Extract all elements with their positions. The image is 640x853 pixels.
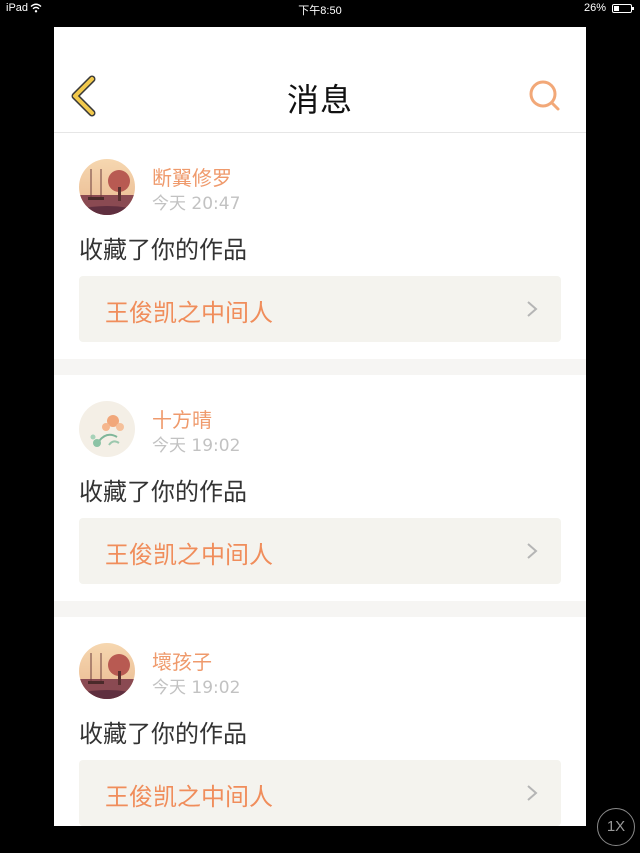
status-time: 下午8:50 — [298, 5, 342, 17]
username[interactable]: 壞孩子 — [152, 646, 212, 675]
avatar[interactable] — [79, 643, 135, 699]
work-title: 王俊凯之中间人 — [105, 783, 273, 811]
battery-icon — [612, 4, 634, 13]
navigation-bar: 消息 — [54, 27, 586, 133]
username[interactable]: 十方晴 — [152, 404, 212, 433]
zoom-button[interactable]: 1X — [597, 808, 635, 846]
work-link[interactable]: 王俊凯之中间人 — [79, 760, 561, 826]
battery-percentage: 26% — [583, 2, 606, 14]
chevron-right-icon — [527, 543, 538, 559]
work-title: 王俊凯之中间人 — [105, 299, 273, 327]
work-title: 王俊凯之中间人 — [105, 541, 273, 569]
message-action: 收藏了你的作品 — [79, 478, 247, 506]
status-bar: iPad 下午8:50 26% — [0, 0, 640, 18]
message-time: 今天 20:47 — [152, 194, 241, 214]
message-action: 收藏了你的作品 — [79, 236, 247, 264]
avatar[interactable] — [79, 401, 135, 457]
message-card: 壞孩子 今天 19:02 收藏了你的作品 王俊凯之中间人 — [54, 617, 586, 826]
work-link[interactable]: 王俊凯之中间人 — [79, 518, 561, 584]
message-card: 断翼修罗 今天 20:47 收藏了你的作品 王俊凯之中间人 — [54, 133, 586, 359]
message-time: 今天 19:02 — [152, 678, 241, 698]
chevron-right-icon — [527, 301, 538, 317]
chevron-right-icon — [527, 785, 538, 801]
username[interactable]: 断翼修罗 — [152, 162, 232, 191]
message-card: 十方晴 今天 19:02 收藏了你的作品 王俊凯之中间人 — [54, 375, 586, 601]
message-action: 收藏了你的作品 — [79, 720, 247, 748]
avatar[interactable] — [79, 159, 135, 215]
page-title: 消息 — [286, 81, 353, 119]
message-list: 断翼修罗 今天 20:47 收藏了你的作品 王俊凯之中间人 十方晴 今天 19:… — [54, 133, 586, 826]
search-icon[interactable] — [528, 79, 562, 113]
work-link[interactable]: 王俊凯之中间人 — [79, 276, 561, 342]
app-window: 消息 断翼修罗 今天 20:47 收藏了你的作品 王俊凯之中间人 十方晴 今天 … — [54, 27, 586, 826]
message-time: 今天 19:02 — [152, 436, 241, 456]
